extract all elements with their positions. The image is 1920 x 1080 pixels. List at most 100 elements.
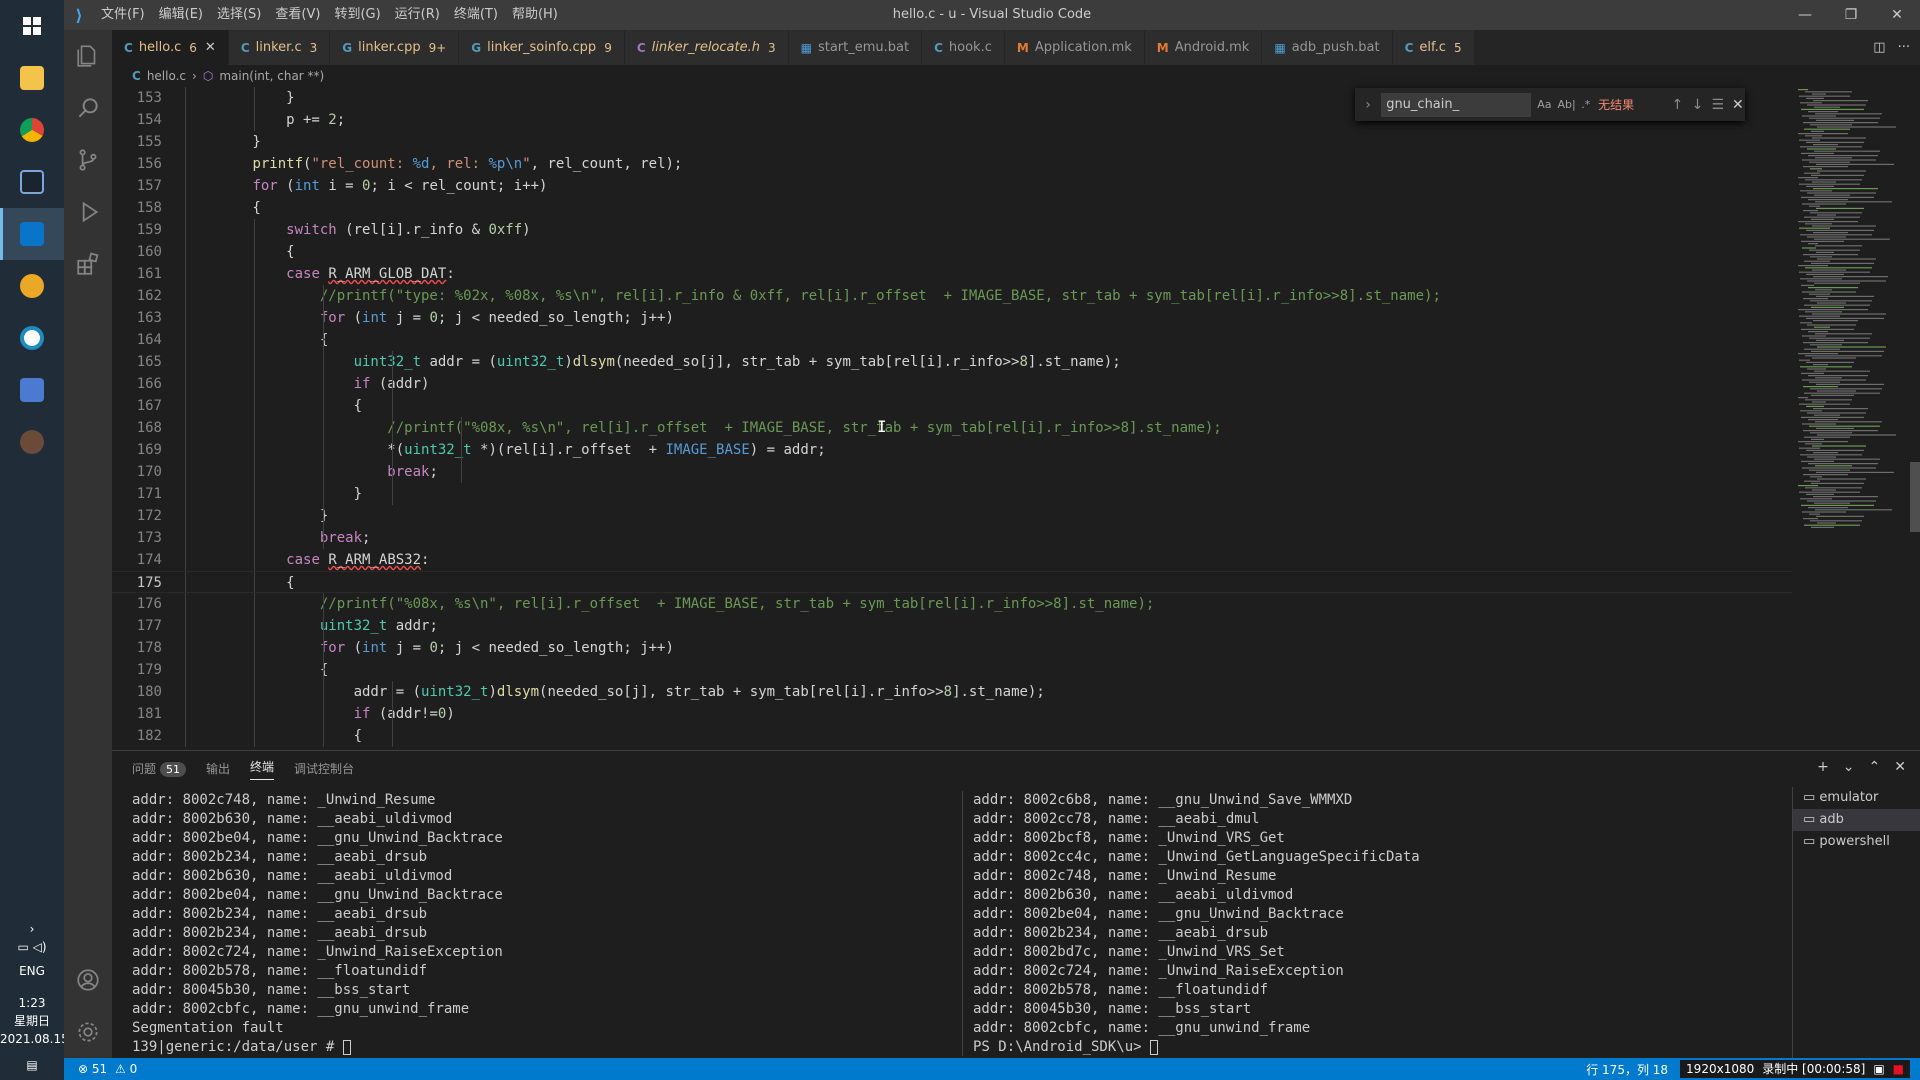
taskbar-app-6[interactable] bbox=[0, 312, 64, 364]
code-line[interactable]: 164 { bbox=[112, 329, 1792, 351]
line-number[interactable]: 176 bbox=[112, 593, 162, 615]
language-indicator[interactable]: ENG bbox=[0, 962, 64, 980]
menu-item[interactable]: 帮助(H) bbox=[505, 0, 565, 30]
clock-date[interactable]: 2021.08.15 bbox=[0, 1030, 69, 1048]
line-number[interactable]: 163 bbox=[112, 307, 162, 329]
panel-tab[interactable]: 终端 bbox=[250, 758, 275, 780]
find-input[interactable] bbox=[1381, 92, 1532, 117]
terminal-list-item[interactable]: ▭ adb bbox=[1793, 809, 1920, 831]
close-window-button[interactable]: ✕ bbox=[1874, 0, 1920, 30]
close-find-icon[interactable]: ✕ bbox=[1731, 97, 1745, 113]
code-line[interactable]: 179 { bbox=[112, 659, 1792, 681]
menu-item[interactable]: 选择(S) bbox=[210, 0, 268, 30]
split-editor-icon[interactable]: ◫ bbox=[1873, 40, 1885, 55]
maximize-panel-chevron-up-icon[interactable]: ⌃ bbox=[1869, 759, 1881, 775]
code-line[interactable]: 172 } bbox=[112, 505, 1792, 527]
line-number[interactable]: 167 bbox=[112, 395, 162, 417]
taskbar-vscode[interactable] bbox=[0, 208, 64, 260]
code-line[interactable]: 177 uint32_t addr; bbox=[112, 615, 1792, 637]
terminal-left[interactable]: addr: 8002c748, name: _Unwind_Resume addr… bbox=[132, 791, 952, 1057]
code-editor[interactable]: 153 } 154 p += 2; 155 } 156 printf("rel_cou… bbox=[112, 87, 1792, 747]
run-debug-icon[interactable] bbox=[64, 186, 112, 238]
line-number[interactable]: 155 bbox=[112, 131, 162, 153]
code-line[interactable]: 170 break; bbox=[112, 461, 1792, 483]
menu-item[interactable]: 转到(G) bbox=[327, 0, 387, 30]
regex-toggle[interactable]: .* bbox=[1579, 98, 1592, 111]
menu-item[interactable]: 编辑(E) bbox=[152, 0, 210, 30]
terminal-dropdown-chevron-icon[interactable]: ⌄ bbox=[1843, 759, 1855, 775]
find-in-selection-icon[interactable]: ☰ bbox=[1711, 97, 1725, 113]
code-line[interactable]: 165 uint32_t addr = (uint32_t)dlsym(need… bbox=[112, 351, 1792, 373]
code-line[interactable]: 158 { bbox=[112, 197, 1792, 219]
line-number[interactable]: 170 bbox=[112, 461, 162, 483]
notification-icon[interactable]: ▤ bbox=[0, 1056, 64, 1074]
settings-gear-icon[interactable] bbox=[64, 1006, 112, 1058]
editor-tab[interactable]: M Android.mk bbox=[1144, 30, 1263, 65]
line-number[interactable]: 177 bbox=[112, 615, 162, 637]
code-line[interactable]: 182 { bbox=[112, 725, 1792, 747]
network-volume-icon[interactable]: ▭ ◁) bbox=[0, 938, 64, 956]
menu-item[interactable]: 文件(F) bbox=[94, 0, 152, 30]
new-terminal-plus-icon[interactable]: + bbox=[1817, 759, 1829, 775]
line-number[interactable]: 164 bbox=[112, 329, 162, 351]
code-line[interactable]: 155 } bbox=[112, 131, 1792, 153]
editor-tab[interactable]: Glinker_soinfo.cpp 9 bbox=[459, 30, 625, 65]
line-number[interactable]: 162 bbox=[112, 285, 162, 307]
code-line[interactable]: 156 printf("rel_count: %d, rel: %p\n", r… bbox=[112, 153, 1792, 175]
restore-button[interactable]: ❐ bbox=[1828, 0, 1874, 30]
code-line[interactable]: 167 { bbox=[112, 395, 1792, 417]
line-number[interactable]: 173 bbox=[112, 527, 162, 549]
taskbar-app-5[interactable] bbox=[0, 260, 64, 312]
code-line[interactable]: 169 *(uint32_t *)(rel[i].r_offset + IMAG… bbox=[112, 439, 1792, 461]
line-number[interactable]: 166 bbox=[112, 373, 162, 395]
show-hidden-icons[interactable]: › bbox=[0, 920, 64, 938]
line-number[interactable]: 179 bbox=[112, 659, 162, 681]
camera-icon[interactable]: ▣ bbox=[1873, 1060, 1884, 1078]
code-line[interactable]: 175 { bbox=[112, 571, 1792, 593]
panel-tab[interactable]: 输出 bbox=[206, 760, 230, 777]
code-line[interactable]: 171 } bbox=[112, 483, 1792, 505]
breadcrumb-file[interactable]: hello.c bbox=[147, 69, 186, 83]
explorer-icon[interactable] bbox=[64, 30, 112, 82]
line-number[interactable]: 174 bbox=[112, 549, 162, 571]
problems-status[interactable]: ⊗ 51 ⚠ 0 bbox=[78, 1062, 137, 1076]
toggle-replace-chevron-icon[interactable]: › bbox=[1361, 97, 1375, 113]
line-number[interactable]: 172 bbox=[112, 505, 162, 527]
code-line[interactable]: 176 //printf("%08x, %s\n", rel[i].r_offs… bbox=[112, 593, 1792, 615]
line-number[interactable]: 182 bbox=[112, 725, 162, 747]
line-number[interactable]: 160 bbox=[112, 241, 162, 263]
terminal-list-item[interactable]: ▭ emulator bbox=[1793, 787, 1920, 809]
menu-item[interactable]: 运行(R) bbox=[388, 0, 447, 30]
code-line[interactable]: 181 if (addr!=0) bbox=[112, 703, 1792, 725]
code-line[interactable]: 160 { bbox=[112, 241, 1792, 263]
editor-tab[interactable]: Chook.c bbox=[922, 30, 1005, 65]
line-number[interactable]: 168 bbox=[112, 417, 162, 439]
taskbar-calculator[interactable] bbox=[0, 364, 64, 416]
more-actions-icon[interactable]: ··· bbox=[1898, 40, 1910, 55]
line-number[interactable]: 181 bbox=[112, 703, 162, 725]
clock-day[interactable]: 星期日 bbox=[0, 1012, 64, 1030]
match-case-toggle[interactable]: Aa bbox=[1537, 98, 1551, 111]
breadcrumb-symbol[interactable]: main(int, char **) bbox=[219, 69, 324, 83]
vertical-scrollbar[interactable] bbox=[1910, 87, 1920, 747]
line-number[interactable]: 169 bbox=[112, 439, 162, 461]
line-number[interactable]: 159 bbox=[112, 219, 162, 241]
previous-match-arrow-up-icon[interactable]: ↑ bbox=[1670, 97, 1684, 113]
terminal-list-item[interactable]: ▭ powershell bbox=[1793, 831, 1920, 853]
code-line[interactable]: 157 for (int i = 0; i < rel_count; i++) bbox=[112, 175, 1792, 197]
line-number[interactable]: 180 bbox=[112, 681, 162, 703]
code-line[interactable]: 159 switch (rel[i].r_info & 0xff) bbox=[112, 219, 1792, 241]
code-line[interactable]: 161 case R_ARM_GLOB_DAT: bbox=[112, 263, 1792, 285]
editor-tab[interactable]: Glinker.cpp 9+ bbox=[330, 30, 460, 65]
code-line[interactable]: 178 for (int j = 0; j < needed_so_length… bbox=[112, 637, 1792, 659]
editor-tab[interactable]: ▦ start_emu.bat bbox=[788, 30, 923, 65]
code-line[interactable]: 162 //printf("type: %02x, %08x, %s\n", r… bbox=[112, 285, 1792, 307]
editor-tab[interactable]: Clinker.c 3 bbox=[228, 30, 331, 65]
line-number[interactable]: 175 bbox=[112, 572, 162, 594]
source-control-icon[interactable] bbox=[64, 134, 112, 186]
editor-tab[interactable]: ▦ adb_push.bat bbox=[1262, 30, 1393, 65]
line-number[interactable]: 158 bbox=[112, 197, 162, 219]
line-number[interactable]: 165 bbox=[112, 351, 162, 373]
line-number[interactable]: 157 bbox=[112, 175, 162, 197]
editor-tab[interactable]: M Application.mk bbox=[1004, 30, 1145, 65]
